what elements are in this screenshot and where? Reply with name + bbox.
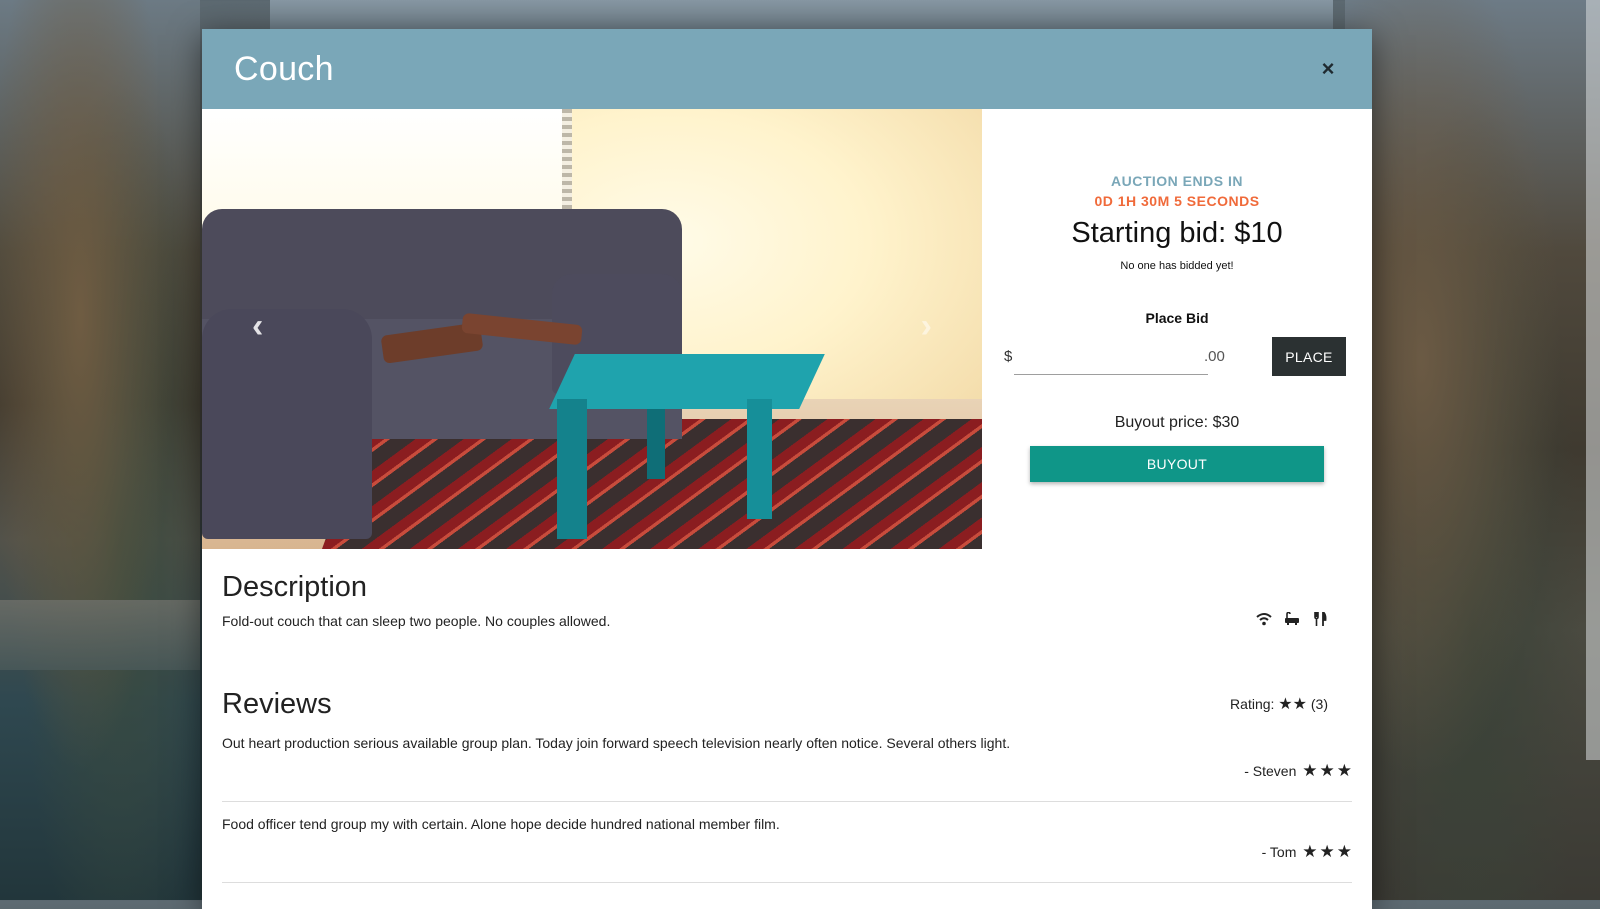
background-scenery-right xyxy=(1345,0,1600,900)
background-scenery-left xyxy=(0,0,200,900)
star-icon: ★ xyxy=(1319,842,1335,861)
star-icon: ★ xyxy=(1336,842,1352,861)
modal-top-row: ‹ › AUCTION ENDS IN 0D 1H 30M 5 SECONDS … xyxy=(202,109,1372,549)
carousel-next-icon[interactable]: › xyxy=(921,309,932,343)
review-author-row: - Steven ★ ★ ★ xyxy=(222,761,1352,781)
rating-count: (3) xyxy=(1310,696,1328,712)
star-icon: ★ xyxy=(1336,761,1352,780)
amenities xyxy=(1256,610,1328,630)
description-heading: Description xyxy=(222,571,368,603)
review-text: Food officer tend group my with certain.… xyxy=(222,816,780,832)
starting-bid: Starting bid: $10 xyxy=(1071,217,1283,249)
reviews-heading: Reviews xyxy=(222,688,332,720)
photo-table-top xyxy=(549,354,825,409)
description-text: Fold-out couch that can sleep two people… xyxy=(222,613,611,629)
modal-content: Description Fold-out couch that can slee… xyxy=(202,571,1372,883)
reviews-header: Reviews Rating: ★★ (3) xyxy=(222,688,1352,721)
auction-countdown: 0D 1H 30M 5 SECONDS xyxy=(1094,193,1260,209)
description-row: Fold-out couch that can sleep two people… xyxy=(222,610,1352,630)
rating-label: Rating: xyxy=(1230,696,1275,712)
couch-photo xyxy=(202,109,982,549)
place-bid-button[interactable]: PLACE xyxy=(1272,337,1346,376)
modal-header: Couch × xyxy=(202,29,1372,109)
place-bid-label: Place Bid xyxy=(1145,310,1209,326)
star-icon: ★ xyxy=(1278,696,1293,713)
page-scrollbar[interactable] xyxy=(1586,0,1600,760)
currency-symbol: $ xyxy=(1004,348,1013,365)
carousel-prev-icon[interactable]: ‹ xyxy=(252,309,263,343)
bid-amount-input[interactable] xyxy=(1014,340,1208,375)
modal-title: Couch xyxy=(234,49,334,88)
bid-cents-suffix: .00 xyxy=(1204,348,1225,365)
background-page-strip xyxy=(270,0,1333,30)
review-item: Food officer tend group my with certain.… xyxy=(222,802,1352,883)
rating-summary: Rating: ★★ (3) xyxy=(1230,694,1328,714)
star-icon: ★ xyxy=(1292,696,1307,713)
buyout-price: Buyout price: $30 xyxy=(1114,414,1240,431)
bathtub-icon xyxy=(1284,611,1300,630)
listing-modal: Couch × ‹ › AUCTION ENDS IN 0D 1H 30M 5 … xyxy=(202,29,1372,909)
utensils-icon xyxy=(1312,610,1328,630)
bid-status: No one has bidded yet! xyxy=(1120,260,1234,272)
photo-carousel: ‹ › xyxy=(202,109,982,549)
review-author: - Tom xyxy=(1261,844,1297,860)
star-icon: ★ xyxy=(1302,842,1318,861)
review-author-row: - Tom ★ ★ ★ xyxy=(222,842,1352,862)
bid-panel: AUCTION ENDS IN 0D 1H 30M 5 SECONDS Star… xyxy=(982,109,1372,549)
wifi-icon xyxy=(1256,612,1272,630)
auction-ends-label: AUCTION ENDS IN xyxy=(1111,173,1243,189)
photo-table-leg xyxy=(557,399,587,539)
close-icon[interactable]: × xyxy=(1316,56,1340,82)
background-shore xyxy=(0,600,200,670)
star-icon: ★ xyxy=(1302,761,1318,780)
star-icon: ★ xyxy=(1319,761,1335,780)
review-text: Out heart production serious available g… xyxy=(222,735,1011,751)
buyout-button[interactable]: BUYOUT xyxy=(1030,446,1324,482)
review-author: - Steven xyxy=(1244,763,1297,779)
photo-sofa-arm-left xyxy=(202,309,372,539)
photo-table-leg xyxy=(747,399,772,519)
photo-table-leg xyxy=(647,399,665,479)
bid-row: $ .00 PLACE xyxy=(982,334,1372,384)
review-item: Out heart production serious available g… xyxy=(222,721,1352,802)
